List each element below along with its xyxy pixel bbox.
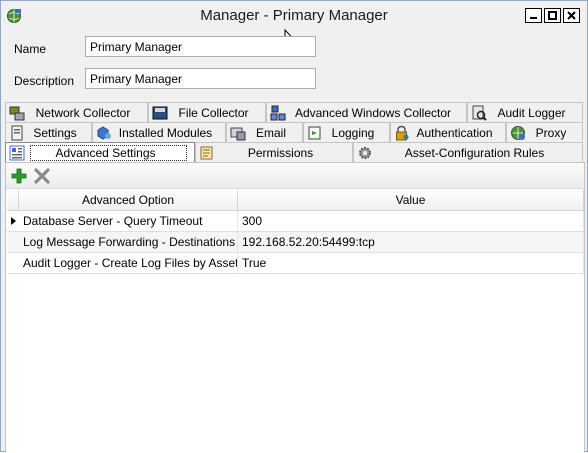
- tab-label: Asset-Configuration Rules: [404, 145, 545, 160]
- tab-asset-configuration-rules[interactable]: Asset-Configuration Rules: [353, 142, 583, 162]
- title-bar[interactable]: Manager - Primary Manager: [1, 1, 587, 31]
- tab-file-collector[interactable]: File Collector: [148, 102, 266, 122]
- tab-row-3: Advanced Settings Permissions Asset-Conf…: [5, 142, 583, 162]
- tab-label: Advanced Windows Collector: [294, 105, 452, 120]
- row-indicator: [7, 232, 19, 252]
- gear-icon: [359, 146, 371, 159]
- tab-advanced-settings[interactable]: Advanced Settings: [5, 142, 195, 162]
- tab-authentication[interactable]: Authentication: [390, 122, 506, 142]
- option-cell[interactable]: Audit Logger - Create Log Files by Asset: [19, 253, 238, 273]
- value-cell[interactable]: 192.168.52.20:54499:tcp: [238, 232, 584, 252]
- value-cell[interactable]: True: [238, 253, 584, 273]
- maximize-icon: [548, 11, 557, 20]
- advanced-settings-panel: Advanced Option Value Database Server - …: [5, 162, 585, 453]
- tab-label: Audit Logger: [497, 105, 566, 120]
- name-field[interactable]: [85, 36, 316, 57]
- tab-advanced-windows-collector[interactable]: Advanced Windows Collector: [266, 102, 467, 122]
- permissions-icon: [200, 146, 213, 159]
- proxy-icon: [511, 125, 525, 140]
- tab-label: File Collector: [178, 105, 249, 120]
- tab-row-1: Network Collector File Collector Advance…: [5, 102, 583, 122]
- settings-icon: [11, 125, 23, 140]
- tab-settings[interactable]: Settings: [5, 122, 92, 142]
- tab-label: Settings: [33, 125, 77, 140]
- remove-icon: [34, 168, 50, 184]
- modules-icon: [97, 125, 111, 140]
- network-collector-icon: [9, 106, 25, 120]
- windows-collector-icon: [270, 105, 286, 120]
- tab-label: Email: [255, 125, 286, 140]
- name-label: Name: [14, 42, 47, 56]
- tab-label: Installed Modules: [118, 125, 213, 140]
- tab-label: Advanced Settings: [30, 144, 187, 161]
- file-collector-icon: [152, 106, 168, 119]
- add-button[interactable]: [10, 167, 28, 185]
- email-icon: [230, 127, 246, 140]
- tab-permissions[interactable]: Permissions: [195, 142, 353, 162]
- tab-label: Permissions: [247, 145, 314, 160]
- option-cell[interactable]: Database Server - Query Timeout: [19, 211, 238, 231]
- table-row[interactable]: Log Message Forwarding - Destinations 19…: [7, 232, 584, 253]
- advanced-options-grid: Advanced Option Value Database Server - …: [7, 190, 584, 274]
- row-header-spacer: [7, 190, 19, 210]
- maximize-button[interactable]: [544, 8, 561, 23]
- row-indicator: [7, 253, 19, 273]
- remove-button[interactable]: [33, 167, 51, 185]
- tab-label: Network Collector: [35, 105, 131, 120]
- tab-label: Logging: [331, 125, 375, 140]
- tab-row-2: Settings Installed Modules Email Logging…: [5, 122, 583, 142]
- lock-icon: [396, 125, 409, 140]
- tab-proxy[interactable]: Proxy: [506, 122, 583, 142]
- current-row-indicator: [7, 211, 19, 231]
- window-title: Manager - Primary Manager: [200, 7, 388, 24]
- tab-email[interactable]: Email: [226, 122, 303, 142]
- table-row[interactable]: Audit Logger - Create Log Files by Asset…: [7, 253, 584, 274]
- tab-audit-logger[interactable]: Audit Logger: [467, 102, 583, 122]
- description-field[interactable]: [85, 68, 316, 89]
- close-icon: [567, 11, 576, 20]
- logging-icon: [308, 126, 321, 139]
- option-cell[interactable]: Log Message Forwarding - Destinations: [19, 232, 238, 252]
- audit-logger-icon: [472, 105, 487, 121]
- grid-header: Advanced Option Value: [7, 190, 584, 211]
- description-label: Description: [14, 74, 75, 88]
- advanced-settings-icon: [9, 145, 25, 160]
- value-cell[interactable]: 300: [238, 211, 584, 231]
- tab-label: Authentication: [416, 125, 493, 140]
- tab-installed-modules[interactable]: Installed Modules: [92, 122, 226, 142]
- add-icon: [11, 168, 27, 184]
- close-button[interactable]: [563, 8, 580, 23]
- minimize-button[interactable]: [525, 8, 542, 23]
- tab-logging[interactable]: Logging: [303, 122, 390, 142]
- tab-network-collector[interactable]: Network Collector: [5, 102, 148, 122]
- row-arrow-icon: [10, 217, 16, 225]
- column-header-option[interactable]: Advanced Option: [19, 190, 238, 210]
- column-header-value[interactable]: Value: [238, 190, 584, 210]
- grid-toolbar: [6, 163, 584, 189]
- minimize-icon: [530, 17, 537, 19]
- tab-label: Proxy: [535, 125, 567, 140]
- table-row[interactable]: Database Server - Query Timeout 300: [7, 211, 584, 232]
- manager-window: Manager - Primary Manager Name Descripti…: [0, 0, 588, 453]
